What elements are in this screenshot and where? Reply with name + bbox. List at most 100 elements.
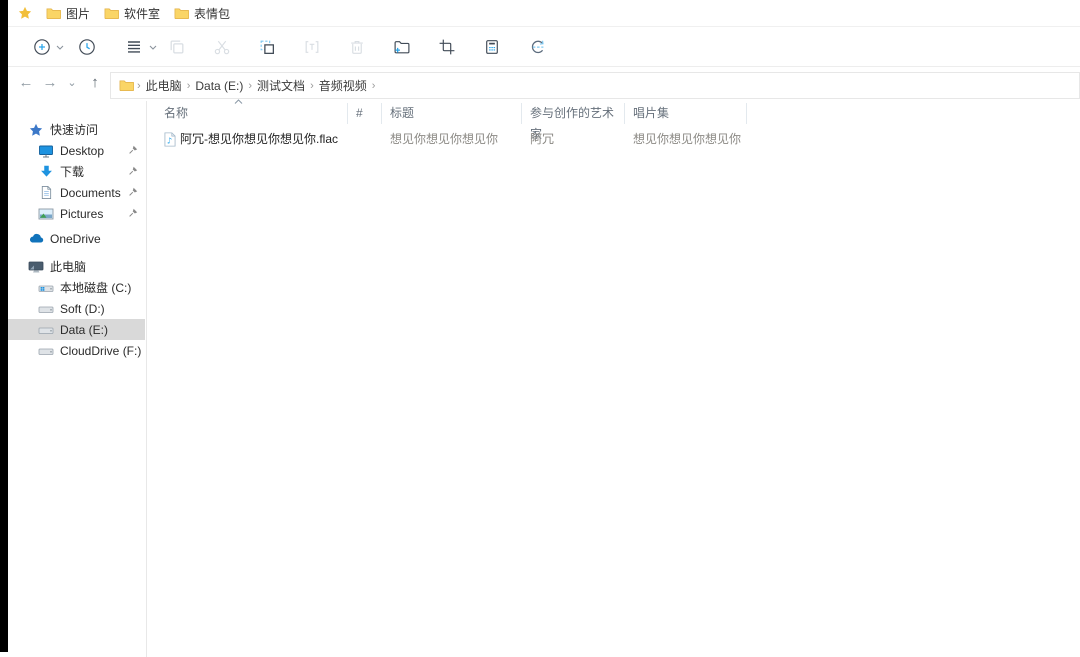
sidebar-item-pictures[interactable]: Pictures [8,203,145,224]
sidebar-item-label: Documents [60,186,121,200]
new-folder-button[interactable] [393,38,411,56]
sidebar-item-label: CloudDrive (F:) [60,344,141,358]
favorite-item-label: 图片 [66,5,90,22]
sidebar-item-onedrive[interactable]: OneDrive [8,228,145,249]
folder-icon [119,79,134,92]
drive-icon [38,322,54,338]
sidebar-item-label: Pictures [60,207,103,221]
sidebar-item-desktop[interactable]: Desktop [8,140,145,161]
delete-button[interactable] [348,38,366,56]
trash-icon [348,38,366,56]
sidebar-item-documents[interactable]: Documents [8,182,145,203]
sidebar-item-label: 此电脑 [50,258,86,275]
file-artist: 阿冗 [530,130,625,149]
recent-history-button[interactable] [78,38,96,56]
download-arrow-icon [38,164,54,180]
pin-icon [128,208,138,218]
drive-icon [38,301,54,317]
column-header-album[interactable]: 唱片集 [625,103,747,124]
system-drive-icon [38,280,54,296]
sidebar-item-label: 快速访问 [50,121,98,138]
folder-icon [104,7,119,20]
file-name: 阿冗-想见你想见你想见你.flac [180,130,348,149]
back-button[interactable]: ← [16,71,36,95]
list-view-icon [126,40,142,54]
sort-ascending-icon [234,99,243,105]
favorites-bar: 图片 软件室 表情包 [8,0,1080,27]
sidebar-item-downloads[interactable]: 下载 [8,161,145,182]
history-chevron-button[interactable]: ⌄ [62,71,82,95]
file-list: 名称 # 标题 参与创作的艺术家 唱片集 ♪ 阿冗-想见你想见你想见你.flac… [147,101,1080,657]
chevron-down-icon[interactable] [149,45,157,51]
column-header-label: 名称 [164,106,188,120]
address-row: ← → ⌄ ↑ › 此电脑 › Data (E:) › 测试文档 › 音频视频 … [8,67,1080,101]
forward-button[interactable]: → [40,71,60,95]
scissors-icon [213,38,231,56]
document-icon [38,185,54,201]
file-row[interactable]: ♪ 阿冗-想见你想见你想见你.flac 想见你想见你想见你 阿冗 想见你想见你想… [147,130,1080,149]
file-explorer-window: 图片 软件室 表情包 [0,0,1080,657]
column-header-label: # [356,106,363,120]
sidebar-item-label: 本地磁盘 (C:) [60,279,131,296]
refresh-icon [529,38,547,56]
audio-file-icon: ♪ [164,132,176,147]
sidebar-item-quick-access[interactable]: 快速访问 [8,119,145,140]
properties-button[interactable] [483,38,501,56]
favorites-star-icon[interactable] [18,6,32,20]
column-header-label: 唱片集 [633,106,669,120]
rename-button[interactable] [303,38,321,56]
crop-button[interactable] [438,38,456,56]
sidebar: 快速访问 Desktop 下载 Documents [8,101,146,657]
sidebar-item-label: Data (E:) [60,323,108,337]
sidebar-item-label: Soft (D:) [60,302,105,316]
column-header-name[interactable]: 名称 [156,103,348,124]
column-header-artist[interactable]: 参与创作的艺术家 [522,103,625,124]
onedrive-cloud-icon [28,231,44,247]
sidebar-item-this-pc[interactable]: 此电脑 [8,256,145,277]
quick-access-star-icon [28,122,44,138]
properties-icon [483,38,501,56]
address-bar[interactable]: › 此电脑 › Data (E:) › 测试文档 › 音频视频 › [110,72,1080,99]
sidebar-item-label: OneDrive [50,232,101,246]
breadcrumb-this-pc[interactable]: 此电脑 [146,77,182,94]
new-folder-icon [393,38,411,56]
sidebar-item-soft-d[interactable]: Soft (D:) [8,298,145,319]
sidebar-item-data-e[interactable]: Data (E:) [8,319,145,340]
view-list-button[interactable] [125,38,143,56]
favorite-item-pictures[interactable]: 图片 [46,5,90,22]
desktop-icon [38,143,54,159]
file-title: 想见你想见你想见你 [390,130,522,149]
sidebar-item-local-disk-c[interactable]: 本地磁盘 (C:) [8,277,145,298]
refresh-button[interactable] [529,38,547,56]
breadcrumb-test-docs[interactable]: 测试文档 [257,77,305,94]
picture-icon [38,206,54,222]
breadcrumb-separator: › [187,80,191,92]
svg-text:♪: ♪ [167,135,172,145]
cut-button[interactable] [213,38,231,56]
up-button[interactable]: ↑ [85,71,105,95]
favorite-item-emoji[interactable]: 表情包 [174,5,230,22]
breadcrumb-data-drive[interactable]: Data (E:) [195,79,243,93]
clock-icon [78,38,96,56]
sidebar-item-label: 下载 [60,163,84,180]
paste-icon [258,38,276,56]
breadcrumb-separator: › [248,80,252,92]
file-album: 想见你想见你想见你 [633,130,747,149]
folder-icon [46,7,61,20]
screen-edge-strip [0,0,8,652]
sidebar-item-clouddrive-f[interactable]: CloudDrive (F:) [8,340,145,361]
new-item-button[interactable] [33,38,51,56]
column-header-track[interactable]: # [348,103,382,124]
copy-button[interactable] [168,38,186,56]
copy-icon [168,38,186,56]
column-header-label: 标题 [390,106,414,120]
pin-icon [128,145,138,155]
column-header-title[interactable]: 标题 [382,103,522,124]
favorite-item-software[interactable]: 软件室 [104,5,160,22]
breadcrumb-audio-video[interactable]: 音频视频 [319,77,367,94]
breadcrumb-separator: › [137,80,141,92]
favorite-item-label: 软件室 [124,5,160,22]
chevron-down-icon[interactable] [56,45,64,51]
folder-icon [174,7,189,20]
paste-button[interactable] [258,38,276,56]
